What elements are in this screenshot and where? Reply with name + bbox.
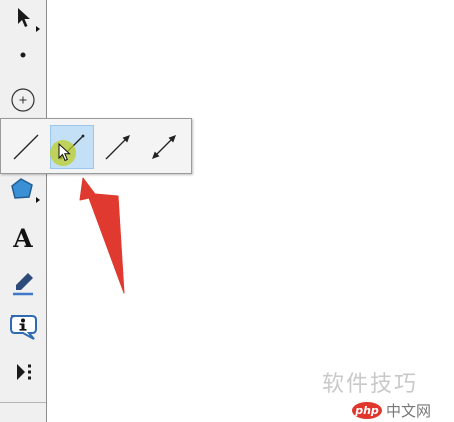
watermark-text: 软件技巧 <box>322 372 419 397</box>
watermark-site: 中文网 <box>386 402 432 420</box>
app-window: A 软件技巧 php 中文网 <box>0 0 454 422</box>
php-logo-icon: php <box>352 402 382 419</box>
annotation-arrow-icon <box>79 177 125 294</box>
watermark-logo: php 中文网 <box>352 400 431 421</box>
